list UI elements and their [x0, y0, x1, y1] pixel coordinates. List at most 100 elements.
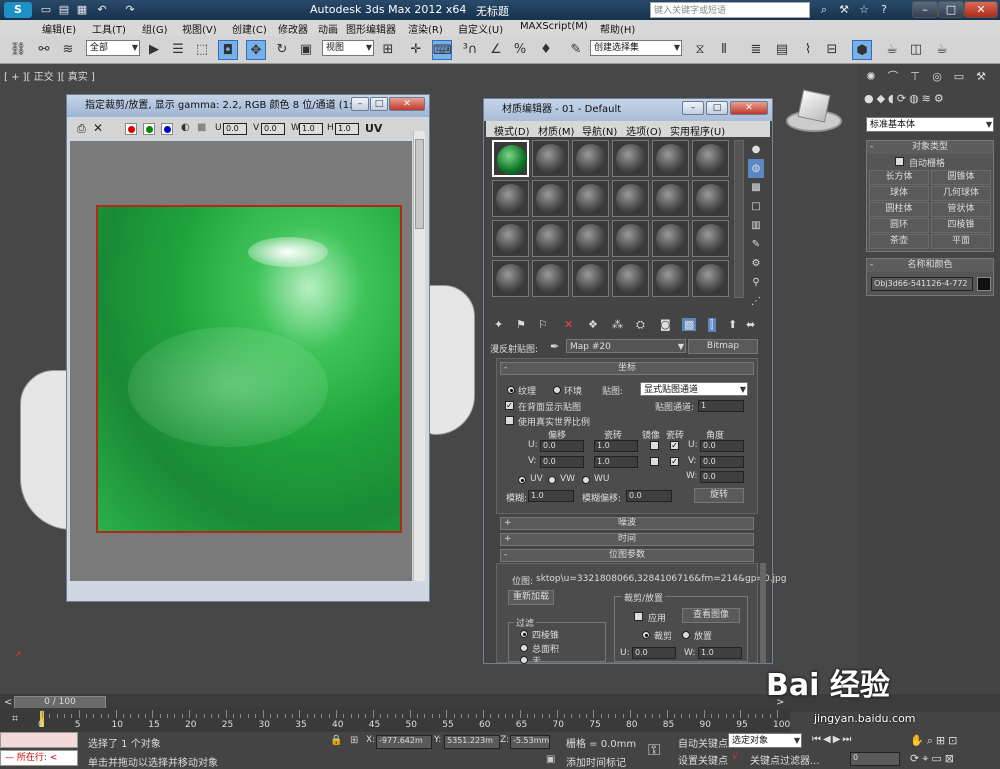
angle-snap-icon[interactable]: ∠ — [486, 40, 506, 60]
utilities-tab-icon[interactable]: ⚒ — [972, 68, 990, 86]
layer-manager-icon[interactable]: ≣ — [746, 40, 766, 60]
mat-menu-material[interactable]: 材质(M) — [538, 123, 574, 138]
put-to-library-icon[interactable]: ⛭ — [636, 318, 645, 332]
w-angle-input[interactable]: 0.0 — [700, 471, 744, 483]
make-unique-icon[interactable]: ⁂ — [612, 318, 623, 331]
maxscript-listener[interactable] — [0, 732, 78, 748]
modify-tab-icon[interactable]: ⌒ — [884, 68, 902, 86]
bitmap-params-scrollbar[interactable] — [760, 563, 766, 663]
name-color-header[interactable]: - 名称和颜色 — [867, 259, 993, 272]
rotate-button[interactable]: 旋转 — [694, 488, 744, 503]
maxscript-prompt[interactable]: — 所在行: < — [0, 750, 78, 766]
render-setup-icon[interactable]: ☕ — [882, 40, 902, 60]
motion-tab-icon[interactable]: ◎ — [928, 68, 946, 86]
menu-maxscript[interactable]: MAXScript(M) — [520, 21, 588, 32]
view-cube[interactable] — [786, 89, 842, 134]
spinner-snap-icon[interactable]: ♦ — [536, 40, 556, 60]
material-sample-slot[interactable] — [612, 220, 649, 257]
tube-button[interactable]: 管状体 — [931, 202, 991, 217]
material-sample-slot[interactable] — [572, 140, 609, 177]
x-coordinate-input[interactable]: -977.642m — [376, 735, 432, 749]
keyboard-shortcut-icon[interactable]: ⌨ — [432, 40, 452, 60]
u-input[interactable]: 0.0 — [223, 123, 247, 135]
redo-icon[interactable]: ↷ — [122, 3, 138, 17]
material-sample-slot[interactable] — [492, 220, 529, 257]
material-sample-slot[interactable] — [492, 260, 529, 297]
noise-rollout-header[interactable]: + 噪波 — [500, 517, 754, 530]
display-tab-icon[interactable]: ▭ — [950, 68, 968, 86]
environ-radio[interactable] — [553, 386, 561, 394]
window-crossing-icon[interactable]: ◘ — [218, 40, 238, 60]
mat-menu-utilities[interactable]: 实用程序(U) — [670, 123, 725, 138]
subscription-icon[interactable]: ⚒ — [836, 3, 852, 17]
get-material-icon[interactable]: ✦ — [494, 318, 503, 331]
search-input[interactable]: 键入关键字或短语 — [650, 2, 810, 18]
z-coordinate-input[interactable]: -5.53mm — [510, 735, 550, 749]
print-icon[interactable]: ⎙ — [77, 122, 86, 136]
viewport-nav-icons[interactable]: ✋⌕⊞⊡ — [910, 734, 960, 748]
open-file-icon[interactable]: ▤ — [56, 3, 72, 17]
material-sample-slot[interactable] — [652, 180, 689, 217]
viewport-label[interactable]: [ + ][ 正交 ][ 真实 ] — [4, 68, 95, 83]
material-sample-slot[interactable] — [692, 180, 729, 217]
time-tag-icon[interactable]: ▣ — [546, 754, 555, 765]
snaps-toggle-icon[interactable]: ³∩ — [460, 40, 480, 60]
mat-menu-mode[interactable]: 模式(D) — [494, 123, 530, 138]
v-offset-input[interactable]: 0.0 — [540, 456, 584, 468]
select-rotate-icon[interactable]: ↻ — [272, 40, 292, 60]
copy-material-icon[interactable]: ❖ — [588, 318, 598, 331]
v-tiling-input[interactable]: 1.0 — [594, 456, 638, 468]
auto-key-button[interactable]: 自动关键点 — [678, 735, 728, 750]
close-button[interactable]: ✕ — [964, 1, 998, 18]
edit-named-sets-icon[interactable]: ✎ — [566, 40, 586, 60]
crop-vertical-scrollbar[interactable] — [413, 131, 425, 581]
material-sample-slot[interactable] — [532, 140, 569, 177]
material-sample-slot[interactable] — [652, 140, 689, 177]
material-sample-slot[interactable] — [692, 260, 729, 297]
menu-rendering[interactable]: 渲染(R) — [408, 21, 443, 36]
sample-slot-scrollbar[interactable] — [734, 140, 744, 298]
lock-selection-icon[interactable]: 🔒 — [330, 735, 342, 746]
teapot-button[interactable]: 茶壶 — [869, 234, 929, 249]
view-image-button[interactable]: 查看图像 — [682, 608, 740, 623]
object-type-header[interactable]: - 对象类型 — [867, 141, 993, 154]
material-editor-title[interactable]: 材质编辑器 - 01 - Default — [484, 99, 772, 121]
material-sample-slot[interactable] — [692, 140, 729, 177]
select-move-icon[interactable]: ✥ — [246, 40, 266, 60]
v-tile-checkbox[interactable]: ✓ — [670, 457, 679, 466]
material-sample-slot[interactable] — [572, 180, 609, 217]
show-map-on-back-checkbox[interactable]: ✓ — [505, 401, 514, 410]
sample-type-icon[interactable]: ● — [748, 140, 764, 159]
select-by-material-icon[interactable]: ⚲ — [748, 273, 764, 292]
video-color-check-icon[interactable]: ▥ — [748, 216, 764, 235]
crop-maximize-button[interactable]: □ — [370, 97, 388, 111]
plane-button[interactable]: 平面 — [931, 234, 991, 249]
backlight-icon[interactable]: ◍ — [748, 159, 764, 178]
material-id-icon[interactable]: ◙ — [660, 318, 671, 331]
save-file-icon[interactable]: ▦ — [74, 3, 90, 17]
menu-group[interactable]: 组(G) — [142, 21, 168, 36]
material-sample-slot[interactable] — [532, 220, 569, 257]
vw-radio[interactable] — [548, 476, 556, 484]
key-icon[interactable]: ⚿ — [648, 740, 660, 760]
absolute-mode-icon[interactable]: ⊞ — [350, 735, 358, 746]
h-input[interactable]: 1.0 — [335, 123, 359, 135]
material-sample-slot[interactable] — [572, 220, 609, 257]
make-preview-icon[interactable]: ✎ — [748, 235, 764, 254]
crop-w-input[interactable]: 1.0 — [698, 647, 742, 659]
u-tiling-input[interactable]: 1.0 — [594, 440, 638, 452]
menu-help[interactable]: 帮助(H) — [600, 21, 635, 36]
viewport-nav-icons-2[interactable]: ⟳⌖▭⊠ — [910, 752, 957, 766]
bind-space-warp-icon[interactable]: ≋ — [58, 40, 78, 60]
place-radio[interactable] — [682, 631, 690, 639]
box-button[interactable]: 长方体 — [869, 170, 929, 185]
v-mirror-checkbox[interactable] — [650, 457, 659, 466]
geosphere-button[interactable]: 几何球体 — [931, 186, 991, 201]
material-sample-slot[interactable] — [652, 260, 689, 297]
named-selection-dropdown[interactable]: 创建选择集 ▼ — [590, 40, 682, 56]
crop-radio[interactable] — [642, 631, 650, 639]
torus-button[interactable]: 圆环 — [869, 218, 929, 233]
material-sample-slot[interactable] — [652, 220, 689, 257]
filter-pyramidal-radio[interactable] — [520, 630, 528, 638]
options-icon[interactable]: ⚙ — [748, 254, 764, 273]
